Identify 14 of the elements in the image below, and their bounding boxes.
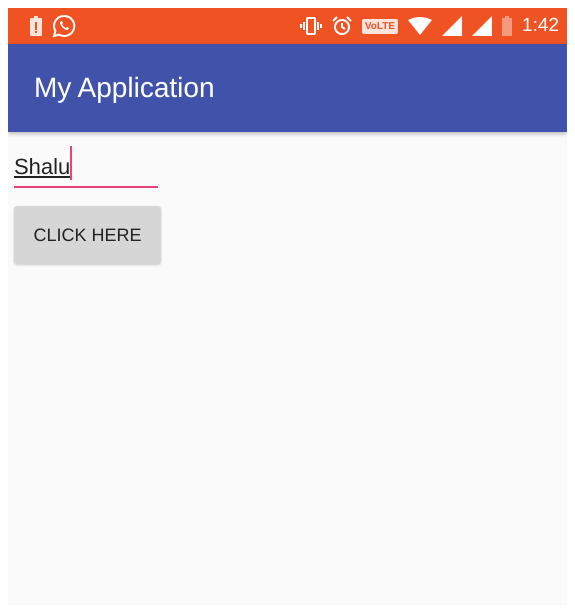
chat-bubble-icon	[52, 14, 76, 38]
wifi-icon	[408, 17, 432, 35]
name-input-field[interactable]: Shalu	[14, 146, 158, 188]
battery-alert-icon	[30, 16, 42, 36]
signal-icon	[442, 16, 462, 36]
signal-icon	[472, 16, 492, 36]
clock-time: 1:42	[522, 15, 559, 37]
alarm-clock-icon	[332, 16, 352, 36]
vibrate-icon	[300, 17, 322, 35]
text-cursor	[70, 146, 72, 180]
app-title: My Application	[34, 72, 215, 104]
battery-icon	[502, 16, 512, 36]
volte-badge: VoLTE	[362, 18, 398, 34]
click-button[interactable]: CLICK HERE	[14, 206, 161, 264]
